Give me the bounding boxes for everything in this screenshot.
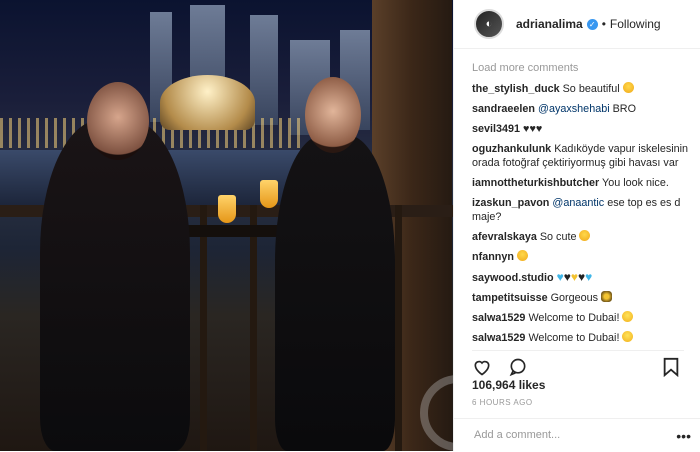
comment-username[interactable]: salwa1529: [472, 312, 525, 324]
comment-item: the_stylish_duck So beautiful: [472, 82, 694, 96]
comment-item: izaskun_pavon @anaantic ese top es es d …: [472, 196, 694, 224]
comment-text: You look nice.: [602, 177, 669, 189]
opera-building: [160, 75, 255, 130]
instagram-post: ◐ adrianalima ✓ • Following Load more co…: [0, 0, 700, 451]
action-bar: [472, 350, 684, 381]
comment-icon[interactable]: [508, 357, 530, 379]
comment-panel: ◐ adrianalima ✓ • Following Load more co…: [453, 0, 700, 451]
heart-emoji-icon: ♥: [556, 270, 564, 284]
comment-username[interactable]: oguzhankulunk: [472, 143, 551, 155]
smile-emoji-icon: [622, 311, 634, 322]
comment-username[interactable]: nfannyn: [472, 251, 514, 263]
comment-mention[interactable]: @ayaxshehabi: [538, 103, 610, 115]
comment-item: sandraeelen @ayaxshehabi BRO: [472, 102, 694, 116]
avatar[interactable]: ◐: [474, 9, 504, 39]
comment-text: Welcome to Dubai!: [528, 332, 620, 344]
person-right: [275, 77, 395, 451]
person-left: [40, 82, 190, 451]
comment-item: sevil3491 ♥♥♥: [472, 122, 694, 136]
more-options-icon[interactable]: •••: [676, 428, 691, 444]
comment-text: Gorgeous: [550, 292, 599, 304]
comment-username[interactable]: tampetitsuisse: [472, 292, 548, 304]
heart-eyes-emoji-icon: [622, 82, 634, 93]
comment-username[interactable]: saywood.studio: [472, 272, 554, 284]
heart-emoji-icon: ♥: [585, 270, 593, 284]
comment-text: So cute: [539, 231, 577, 243]
comment-input[interactable]: [472, 428, 676, 442]
railing-post: [395, 205, 402, 451]
following-button[interactable]: Following: [610, 17, 661, 31]
verified-icon: ✓: [586, 18, 598, 30]
comment-username[interactable]: iamnottheturkishbutcher: [472, 177, 599, 189]
comment-username[interactable]: izaskun_pavon: [472, 197, 549, 209]
separator-dot: •: [601, 17, 606, 31]
comment-username[interactable]: sandraeelen: [472, 103, 535, 115]
comment-item: iamnottheturkishbutcher You look nice.: [472, 176, 694, 190]
comment-username[interactable]: salwa1529: [472, 332, 525, 344]
comment-text: So beautiful: [562, 83, 620, 95]
comment-text: BRO: [612, 103, 637, 115]
sparkle-emoji-icon: [601, 291, 613, 302]
drink-glass: [260, 180, 278, 208]
smile-emoji-icon: [622, 331, 634, 342]
person-head: [305, 77, 361, 153]
bookmark-icon[interactable]: [662, 357, 684, 379]
railing-post: [200, 205, 207, 451]
timestamp: 6 HOURS AGO: [472, 398, 533, 407]
load-more-comments[interactable]: Load more comments: [472, 62, 694, 74]
comment-text: ♥♥♥: [523, 123, 543, 135]
heart-eyes-emoji-icon: [579, 230, 591, 241]
heart-eyes-emoji-icon: [517, 250, 528, 261]
add-comment-bar: •••: [454, 418, 700, 452]
heart-emoji-icon: ♥: [563, 270, 571, 284]
comment-item: saywood.studio ♥♥♥♥♥: [472, 270, 694, 285]
comment-item: oguzhankulunk Kadıköyde vapur iskelesini…: [472, 142, 694, 170]
post-photo[interactable]: [0, 0, 453, 451]
comment-list: Load more comments the_stylish_duck So b…: [472, 62, 694, 344]
comment-item: afevralskaya So cute: [472, 230, 694, 244]
comment-item: tampetitsuisse Gorgeous: [472, 291, 694, 305]
username[interactable]: adrianalima: [516, 17, 583, 31]
heart-emoji-icon: ♥: [570, 270, 578, 284]
likes-count[interactable]: 106,964 likes: [472, 378, 545, 392]
comment-username[interactable]: afevralskaya: [472, 231, 537, 243]
comment-item: salwa1529 Welcome to Dubai!: [472, 331, 694, 344]
comment-username[interactable]: sevil3491: [472, 123, 520, 135]
person-head: [87, 82, 149, 160]
comment-username[interactable]: the_stylish_duck: [472, 83, 560, 95]
comment-mention[interactable]: @anaantic: [552, 197, 604, 209]
comment-text: Welcome to Dubai!: [528, 312, 620, 324]
post-header: ◐ adrianalima ✓ • Following: [454, 0, 700, 49]
drink-glass: [218, 195, 236, 223]
comment-item: nfannyn: [472, 250, 694, 264]
railing-post: [250, 205, 257, 451]
heart-icon[interactable]: [472, 357, 494, 379]
comment-item: salwa1529 Welcome to Dubai!: [472, 311, 694, 325]
